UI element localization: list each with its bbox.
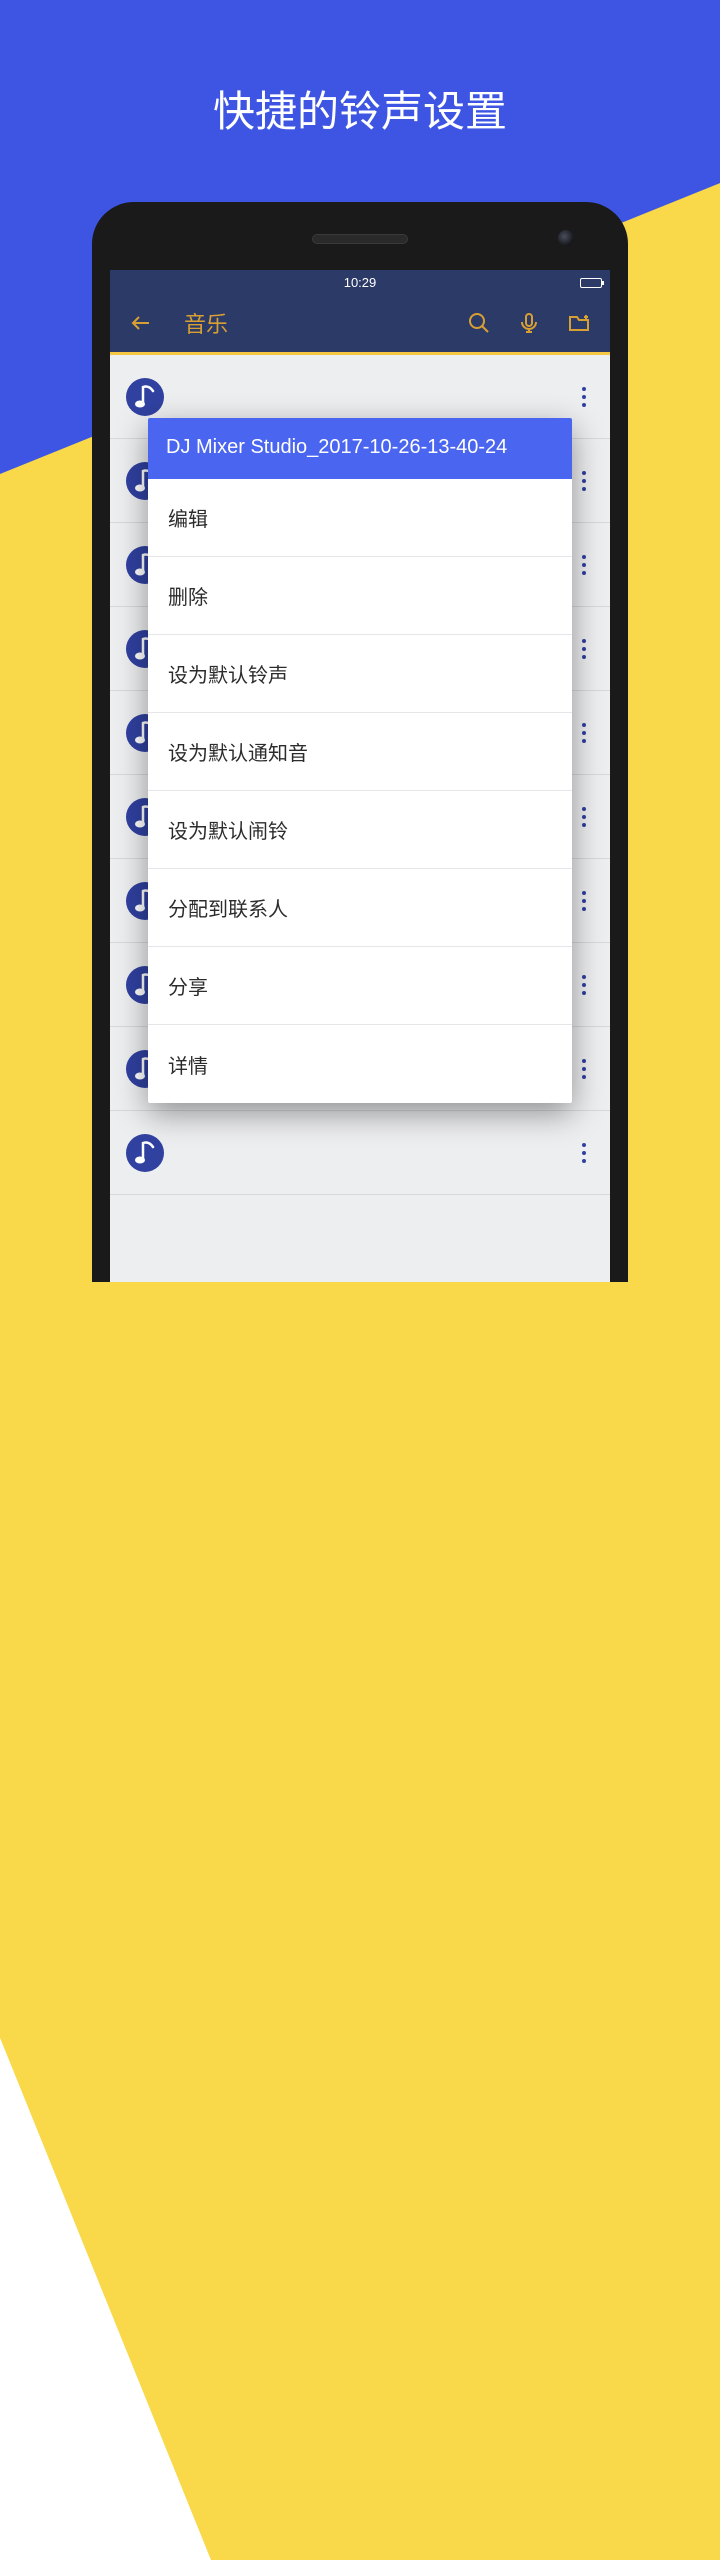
- status-bar: 10:29: [110, 270, 610, 294]
- menu-item-delete[interactable]: 删除: [148, 557, 572, 635]
- dialog-title: DJ Mixer Studio_2017-10-26-13-40-24: [148, 418, 572, 479]
- menu-item-set-notification[interactable]: 设为默认通知音: [148, 713, 572, 791]
- screen: 10:29 音乐: [110, 270, 610, 1282]
- menu-item-set-ringtone[interactable]: 设为默认铃声: [148, 635, 572, 713]
- microphone-icon[interactable]: [508, 302, 550, 344]
- app-bar: 音乐: [110, 294, 610, 352]
- promo-title: 快捷的铃声设置: [0, 78, 720, 139]
- menu-item-set-alarm[interactable]: 设为默认闹铃: [148, 791, 572, 869]
- menu-item-details[interactable]: 详情: [148, 1025, 572, 1103]
- appbar-title: 音乐: [170, 307, 450, 339]
- back-icon[interactable]: [120, 302, 162, 344]
- add-folder-icon[interactable]: [558, 302, 600, 344]
- status-time: 10:29: [344, 275, 377, 290]
- context-menu-dialog: DJ Mixer Studio_2017-10-26-13-40-24 编辑 删…: [148, 418, 572, 1103]
- menu-item-share[interactable]: 分享: [148, 947, 572, 1025]
- device-camera: [558, 230, 574, 246]
- device-frame: 10:29 音乐: [92, 202, 628, 1282]
- search-icon[interactable]: [458, 302, 500, 344]
- device-speaker: [312, 234, 408, 244]
- menu-item-edit[interactable]: 编辑: [148, 479, 572, 557]
- battery-icon: [580, 276, 602, 291]
- menu-item-assign-contact[interactable]: 分配到联系人: [148, 869, 572, 947]
